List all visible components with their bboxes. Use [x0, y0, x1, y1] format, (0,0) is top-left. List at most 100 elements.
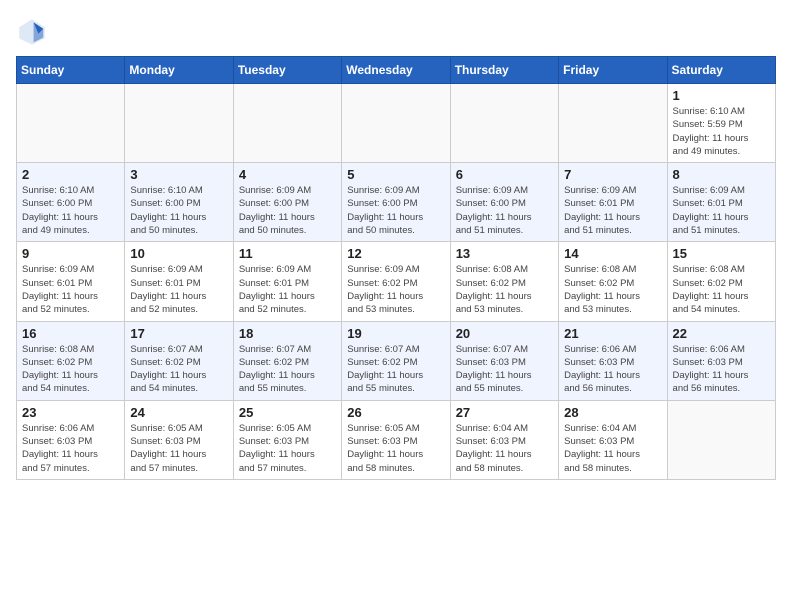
- calendar-cell: 14 Sunrise: 6:08 AM Sunset: 6:02 PM Dayli…: [559, 242, 667, 321]
- calendar-cell: 11 Sunrise: 6:09 AM Sunset: 6:01 PM Dayli…: [233, 242, 341, 321]
- calendar-cell: 18Sunrise: 6:07 AM Sunset: 6:02 PM Dayli…: [233, 321, 341, 400]
- weekday-header-sunday: Sunday: [17, 57, 125, 84]
- cell-info: Sunrise: 6:06 AM Sunset: 6:03 PM Dayligh…: [673, 343, 770, 396]
- day-number: 3: [130, 167, 227, 182]
- day-number: 23: [22, 405, 119, 420]
- logo-icon: [16, 16, 48, 48]
- cell-info: Sunrise: 6:04 AM Sunset: 6:03 PM Dayligh…: [456, 422, 553, 475]
- calendar-cell: [17, 84, 125, 163]
- day-number: 2: [22, 167, 119, 182]
- cell-info: Sunrise: 6:09 AM Sunset: 6:00 PM Dayligh…: [347, 184, 444, 237]
- weekday-header-friday: Friday: [559, 57, 667, 84]
- day-number: 10: [130, 246, 227, 261]
- cell-info: Sunrise: 6:09 AM Sunset: 6:00 PM Dayligh…: [239, 184, 336, 237]
- weekday-header-monday: Monday: [125, 57, 233, 84]
- cell-info: Sunrise: 6:07 AM Sunset: 6:02 PM Dayligh…: [239, 343, 336, 396]
- day-number: 7: [564, 167, 661, 182]
- calendar-cell: 5Sunrise: 6:09 AM Sunset: 6:00 PM Daylig…: [342, 163, 450, 242]
- calendar-week-row: 9Sunrise: 6:09 AM Sunset: 6:01 PM Daylig…: [17, 242, 776, 321]
- day-number: 22: [673, 326, 770, 341]
- cell-info: Sunrise: 6:10 AM Sunset: 5:59 PM Dayligh…: [673, 105, 770, 158]
- calendar-cell: 27Sunrise: 6:04 AM Sunset: 6:03 PM Dayli…: [450, 400, 558, 479]
- calendar-cell: 12 Sunrise: 6:09 AM Sunset: 6:02 PM Dayli…: [342, 242, 450, 321]
- day-number: 17: [130, 326, 227, 341]
- calendar-week-row: 16 Sunrise: 6:08 AM Sunset: 6:02 PM Dayli…: [17, 321, 776, 400]
- weekday-header-saturday: Saturday: [667, 57, 775, 84]
- cell-info: Sunrise: 6:06 AM Sunset: 6:03 PM Dayligh…: [564, 343, 661, 396]
- calendar-cell: 2 Sunrise: 6:10 AM Sunset: 6:00 PM Daylig…: [17, 163, 125, 242]
- cell-info: Sunrise: 6:05 AM Sunset: 6:03 PM Dayligh…: [130, 422, 227, 475]
- logo: [16, 16, 52, 48]
- calendar-cell: 6 Sunrise: 6:09 AM Sunset: 6:00 PM Daylig…: [450, 163, 558, 242]
- day-number: 25: [239, 405, 336, 420]
- calendar-cell: [667, 400, 775, 479]
- day-number: 4: [239, 167, 336, 182]
- weekday-header-thursday: Thursday: [450, 57, 558, 84]
- calendar-table: SundayMondayTuesdayWednesdayThursdayFrid…: [16, 56, 776, 480]
- day-number: 14: [564, 246, 661, 261]
- cell-info: Sunrise: 6:07 AM Sunset: 6:03 PM Dayligh…: [456, 343, 553, 396]
- calendar-cell: 10 Sunrise: 6:09 AM Sunset: 6:01 PM Dayli…: [125, 242, 233, 321]
- day-number: 28: [564, 405, 661, 420]
- day-number: 13: [456, 246, 553, 261]
- weekday-header-row: SundayMondayTuesdayWednesdayThursdayFrid…: [17, 57, 776, 84]
- calendar-cell: [559, 84, 667, 163]
- calendar-cell: 22 Sunrise: 6:06 AM Sunset: 6:03 PM Dayli…: [667, 321, 775, 400]
- cell-info: Sunrise: 6:07 AM Sunset: 6:02 PM Dayligh…: [347, 343, 444, 396]
- day-number: 8: [673, 167, 770, 182]
- calendar-cell: 7 Sunrise: 6:09 AM Sunset: 6:01 PM Daylig…: [559, 163, 667, 242]
- cell-info: Sunrise: 6:09 AM Sunset: 6:01 PM Dayligh…: [22, 263, 119, 316]
- calendar-cell: 15 Sunrise: 6:08 AM Sunset: 6:02 PM Dayli…: [667, 242, 775, 321]
- calendar-cell: [125, 84, 233, 163]
- day-number: 11: [239, 246, 336, 261]
- cell-info: Sunrise: 6:09 AM Sunset: 6:01 PM Dayligh…: [130, 263, 227, 316]
- cell-info: Sunrise: 6:05 AM Sunset: 6:03 PM Dayligh…: [347, 422, 444, 475]
- calendar-cell: 24 Sunrise: 6:05 AM Sunset: 6:03 PM Dayli…: [125, 400, 233, 479]
- calendar-cell: [233, 84, 341, 163]
- cell-info: Sunrise: 6:09 AM Sunset: 6:02 PM Dayligh…: [347, 263, 444, 316]
- cell-info: Sunrise: 6:10 AM Sunset: 6:00 PM Dayligh…: [22, 184, 119, 237]
- calendar-cell: [450, 84, 558, 163]
- calendar-cell: 25 Sunrise: 6:05 AM Sunset: 6:03 PM Dayli…: [233, 400, 341, 479]
- calendar-cell: 16 Sunrise: 6:08 AM Sunset: 6:02 PM Dayli…: [17, 321, 125, 400]
- calendar-cell: 26Sunrise: 6:05 AM Sunset: 6:03 PM Dayli…: [342, 400, 450, 479]
- calendar-week-row: 2 Sunrise: 6:10 AM Sunset: 6:00 PM Daylig…: [17, 163, 776, 242]
- calendar-cell: 9Sunrise: 6:09 AM Sunset: 6:01 PM Daylig…: [17, 242, 125, 321]
- calendar-cell: 23 Sunrise: 6:06 AM Sunset: 6:03 PM Dayli…: [17, 400, 125, 479]
- calendar-cell: 8 Sunrise: 6:09 AM Sunset: 6:01 PM Daylig…: [667, 163, 775, 242]
- weekday-header-tuesday: Tuesday: [233, 57, 341, 84]
- cell-info: Sunrise: 6:09 AM Sunset: 6:01 PM Dayligh…: [673, 184, 770, 237]
- day-number: 6: [456, 167, 553, 182]
- calendar-cell: [342, 84, 450, 163]
- cell-info: Sunrise: 6:08 AM Sunset: 6:02 PM Dayligh…: [673, 263, 770, 316]
- cell-info: Sunrise: 6:04 AM Sunset: 6:03 PM Dayligh…: [564, 422, 661, 475]
- cell-info: Sunrise: 6:06 AM Sunset: 6:03 PM Dayligh…: [22, 422, 119, 475]
- day-number: 15: [673, 246, 770, 261]
- calendar-cell: 17 Sunrise: 6:07 AM Sunset: 6:02 PM Dayli…: [125, 321, 233, 400]
- calendar-cell: 3Sunrise: 6:10 AM Sunset: 6:00 PM Daylig…: [125, 163, 233, 242]
- day-number: 24: [130, 405, 227, 420]
- calendar-cell: 1 Sunrise: 6:10 AM Sunset: 5:59 PM Daylig…: [667, 84, 775, 163]
- calendar-cell: 28 Sunrise: 6:04 AM Sunset: 6:03 PM Dayli…: [559, 400, 667, 479]
- day-number: 19: [347, 326, 444, 341]
- weekday-header-wednesday: Wednesday: [342, 57, 450, 84]
- day-number: 1: [673, 88, 770, 103]
- cell-info: Sunrise: 6:09 AM Sunset: 6:01 PM Dayligh…: [239, 263, 336, 316]
- calendar-week-row: 23 Sunrise: 6:06 AM Sunset: 6:03 PM Dayli…: [17, 400, 776, 479]
- day-number: 21: [564, 326, 661, 341]
- calendar-cell: 20 Sunrise: 6:07 AM Sunset: 6:03 PM Dayli…: [450, 321, 558, 400]
- day-number: 12: [347, 246, 444, 261]
- calendar-cell: 13 Sunrise: 6:08 AM Sunset: 6:02 PM Dayli…: [450, 242, 558, 321]
- cell-info: Sunrise: 6:08 AM Sunset: 6:02 PM Dayligh…: [456, 263, 553, 316]
- cell-info: Sunrise: 6:09 AM Sunset: 6:01 PM Dayligh…: [564, 184, 661, 237]
- cell-info: Sunrise: 6:05 AM Sunset: 6:03 PM Dayligh…: [239, 422, 336, 475]
- cell-info: Sunrise: 6:08 AM Sunset: 6:02 PM Dayligh…: [564, 263, 661, 316]
- day-number: 16: [22, 326, 119, 341]
- cell-info: Sunrise: 6:08 AM Sunset: 6:02 PM Dayligh…: [22, 343, 119, 396]
- cell-info: Sunrise: 6:09 AM Sunset: 6:00 PM Dayligh…: [456, 184, 553, 237]
- calendar-week-row: 1 Sunrise: 6:10 AM Sunset: 5:59 PM Daylig…: [17, 84, 776, 163]
- calendar-cell: 19 Sunrise: 6:07 AM Sunset: 6:02 PM Dayli…: [342, 321, 450, 400]
- day-number: 20: [456, 326, 553, 341]
- calendar-cell: 21 Sunrise: 6:06 AM Sunset: 6:03 PM Dayli…: [559, 321, 667, 400]
- cell-info: Sunrise: 6:07 AM Sunset: 6:02 PM Dayligh…: [130, 343, 227, 396]
